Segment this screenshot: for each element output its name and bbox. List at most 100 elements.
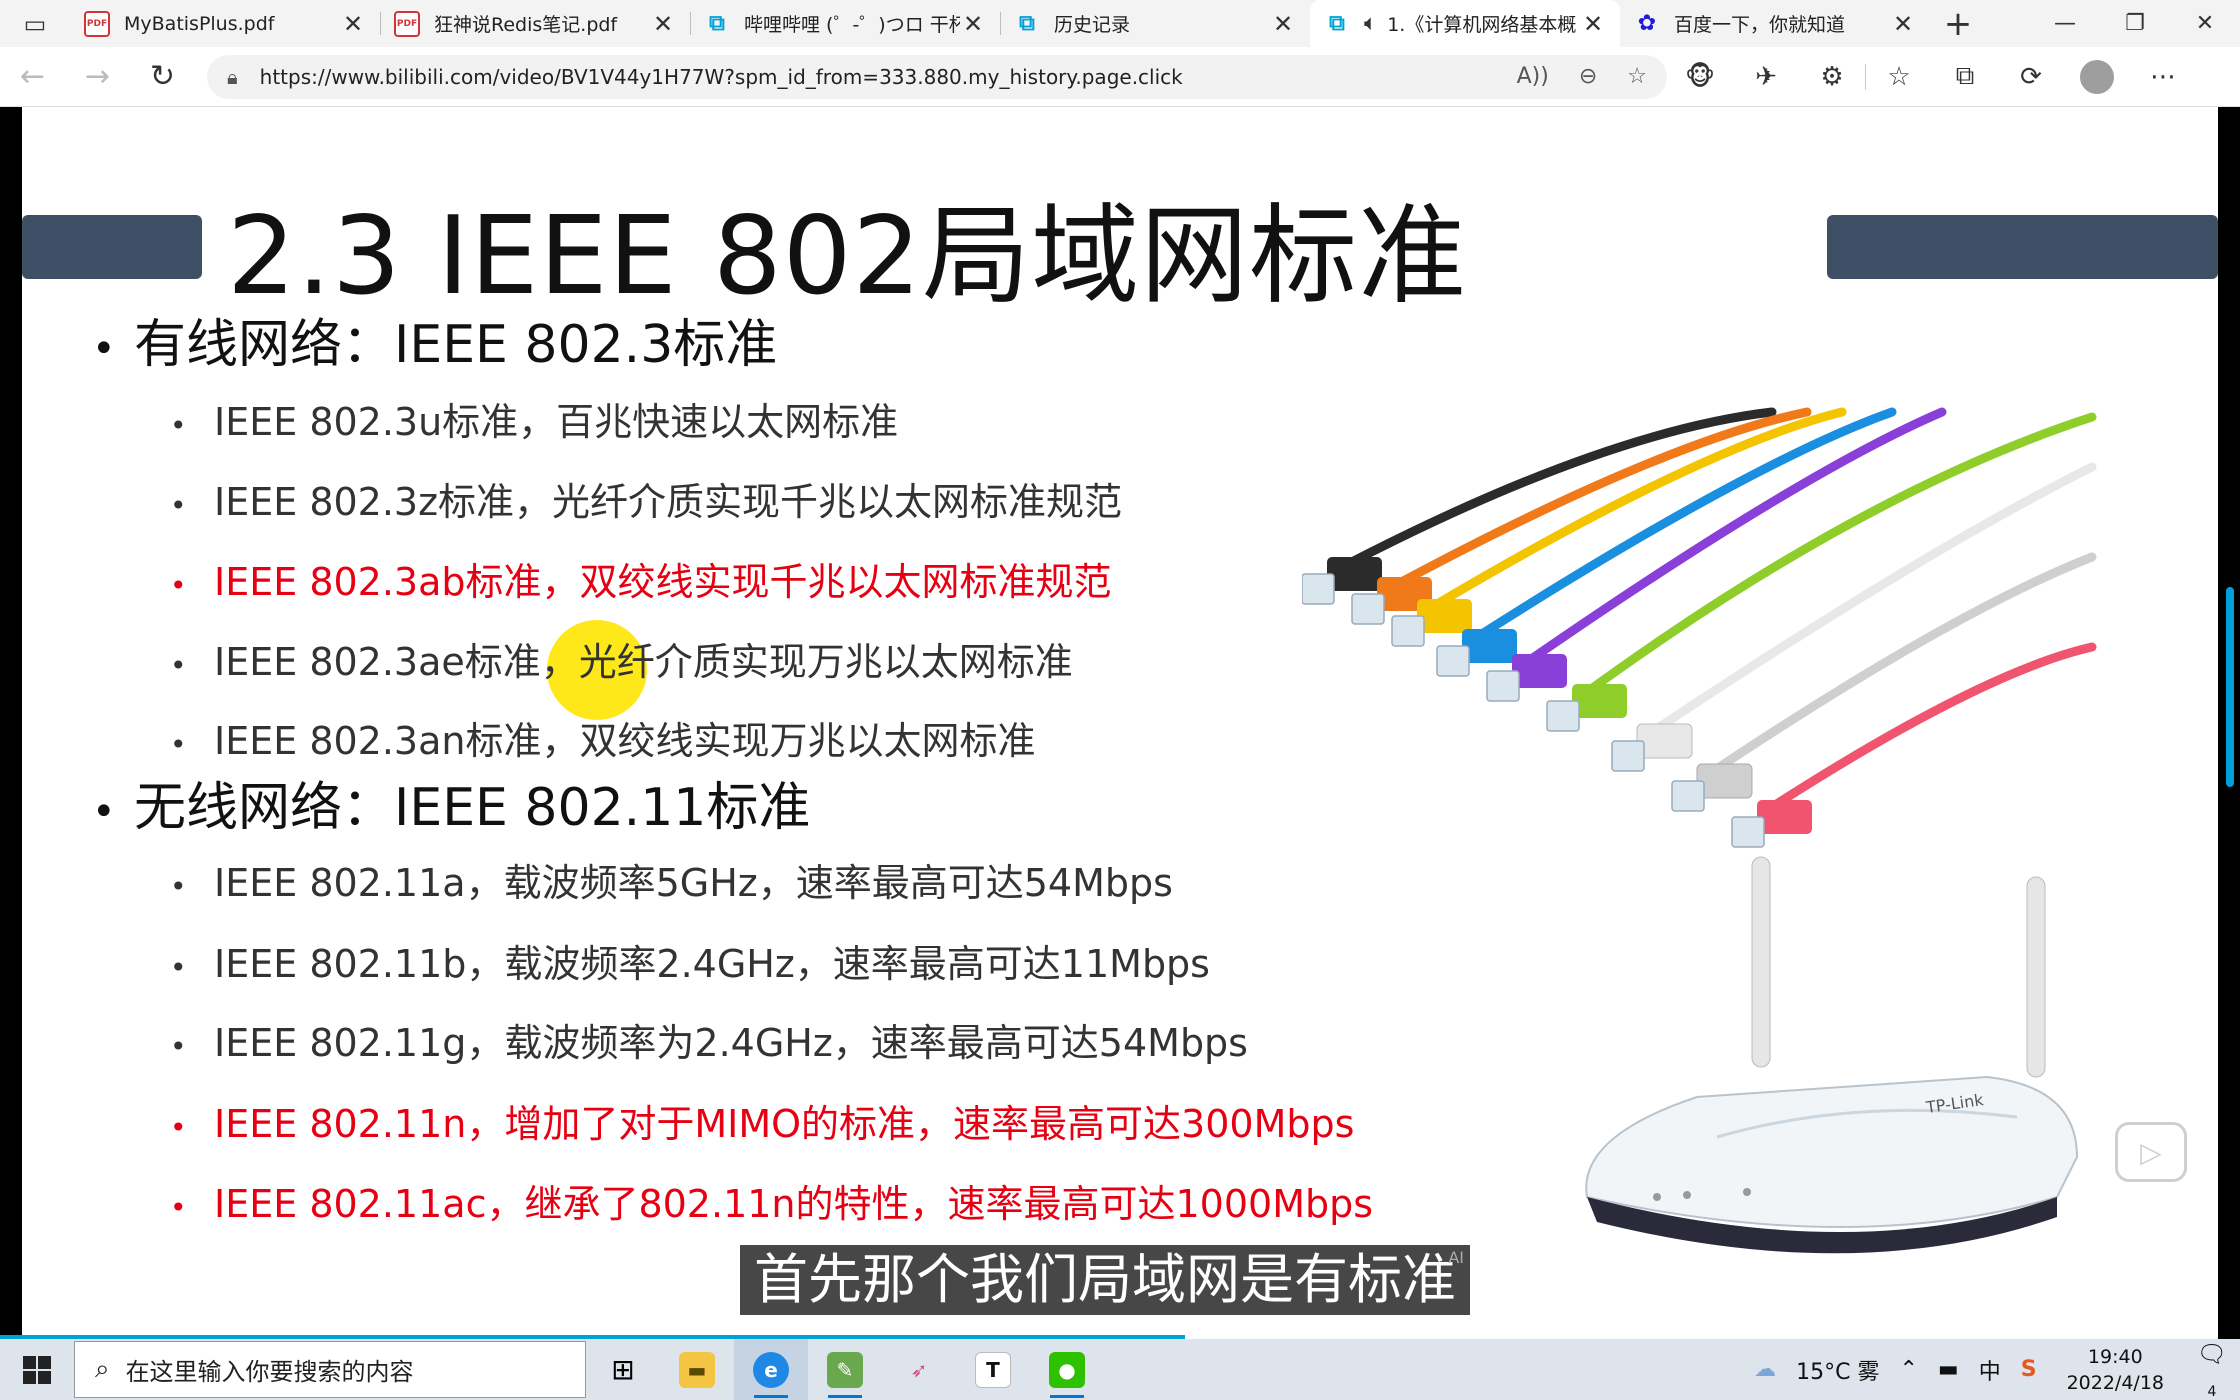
new-tab-button[interactable]: + xyxy=(1930,0,1986,47)
list-item: • IEEE 802.11a，载波频率5GHz，速率最高可达54Mbps xyxy=(170,861,1173,905)
list-item-text: IEEE 802.11ac，继承了802.11n的特性，速率最高可达1000Mb… xyxy=(214,1182,1374,1226)
collections-icon[interactable]: ⧉ xyxy=(1932,61,1998,92)
search-icon: ⌕ xyxy=(95,1354,110,1384)
close-window-icon[interactable]: ✕ xyxy=(2170,0,2240,47)
weather-text[interactable]: 15°C 雾 xyxy=(1786,1354,1889,1386)
address-bar[interactable]: 🔒︎ A)) ⊖ ☆ xyxy=(207,54,1667,99)
forward-icon[interactable]: → xyxy=(65,59,130,94)
video-subtitle: 首先那个我们局域网是有标准 AI xyxy=(740,1245,1470,1315)
list-item-text: IEEE 802.11a，载波频率5GHz，速率最高可达54Mbps xyxy=(214,861,1173,905)
browser-toolbar: ← → ↻ 🔒︎ A)) ⊖ ☆ 🐵︎ ✈︎ ⚙︎ ☆ ⧉ ⟳ ⋯ xyxy=(0,47,2240,107)
page-scrollbar-thumb[interactable] xyxy=(2226,587,2234,787)
taskbar-search-box[interactable]: ⌕ 在这里输入你要搜索的内容 xyxy=(74,1341,586,1398)
extensions-icon[interactable]: ⚙︎ xyxy=(1799,62,1865,92)
back-icon[interactable]: ← xyxy=(0,59,65,94)
list-item-text: IEEE 802.3an标准，双绞线实现万兆以太网标准 xyxy=(214,719,1036,763)
wireless-router-image: TP-Link xyxy=(1585,856,2079,1254)
windows-taskbar: ⌕ 在这里输入你要搜索的内容 ⊞ ▬ e ✎ ➶ T ● ☁ 15°C 雾 ⌃ … xyxy=(0,1339,2240,1400)
list-item: • IEEE 802.3an标准，双绞线实现万兆以太网标准 xyxy=(170,719,1036,763)
typora-app-icon[interactable]: T xyxy=(956,1339,1030,1400)
wechat-icon[interactable]: ● xyxy=(1030,1339,1104,1400)
play-icon[interactable]: ▷ xyxy=(2115,1122,2187,1182)
close-tab-icon[interactable]: ✕ xyxy=(340,10,366,38)
speaker-icon[interactable]: 🔈︎ xyxy=(1364,11,1377,36)
task-view-icon[interactable]: ⊞ xyxy=(586,1339,660,1400)
windows-start-icon[interactable] xyxy=(0,1339,74,1400)
list-item-text: IEEE 802.3z标准，光纤介质实现千兆以太网标准规范 xyxy=(214,480,1123,524)
list-item-text: IEEE 802.3ae标准，光纤介质实现万兆以太网标准 xyxy=(214,640,1073,684)
tab-mybatisplus[interactable]: PDF MyBatisPlus.pdf ✕ xyxy=(70,0,380,47)
list-item: • IEEE 802.11g，载波频率为2.4GHz，速率最高可达54Mbps xyxy=(170,1021,1248,1065)
minimize-icon[interactable]: — xyxy=(2030,0,2100,47)
tab-history[interactable]: ⧉ 历史记录 ✕ xyxy=(1000,0,1310,47)
clock[interactable]: 19:40 2022/4/18 xyxy=(2047,1344,2184,1396)
bilibili-icon: ⧉ xyxy=(1019,11,1035,36)
tab-title: 历史记录 xyxy=(1054,14,1131,36)
sync-icon[interactable]: ⟳ xyxy=(1998,62,2064,92)
favorites-icon[interactable]: ☆ xyxy=(1866,62,1932,92)
restore-icon[interactable]: ❐ xyxy=(2100,0,2170,47)
baidu-icon: ✿ xyxy=(1637,11,1657,36)
tab-baidu[interactable]: ✿ 百度一下，你就知道 ✕ xyxy=(1620,0,1930,47)
battery-icon[interactable]: ▬ xyxy=(1928,1357,1969,1382)
extension-bird-icon[interactable]: ✈︎ xyxy=(1733,62,1799,92)
list-item: • IEEE 802.3ae标准，光纤介质实现万兆以太网标准 xyxy=(170,640,1073,684)
list-item-highlighted: • IEEE 802.3ab标准，双绞线实现千兆以太网标准规范 xyxy=(170,560,1112,604)
input-method-indicator[interactable]: 中 xyxy=(1969,1354,2011,1386)
lock-icon[interactable]: 🔒︎ xyxy=(227,65,238,89)
system-tray: ☁ 15°C 雾 ⌃ ▬ 中 S 19:40 2022/4/18 🗨︎4 xyxy=(1744,1339,2240,1400)
window-controls: — ❐ ✕ xyxy=(2030,0,2240,47)
clock-time: 19:40 xyxy=(2087,1345,2143,1368)
list-item-text: IEEE 802.11b，载波频率2.4GHz，速率最高可达11Mbps xyxy=(214,942,1210,986)
read-aloud-icon[interactable]: A)) xyxy=(1517,64,1549,89)
notification-count: 4 xyxy=(2207,1383,2217,1400)
list-item-text: IEEE 802.3u标准，百兆快速以太网标准 xyxy=(214,400,899,444)
list-item: • IEEE 802.3z标准，光纤介质实现千兆以太网标准规范 xyxy=(170,480,1123,524)
close-tab-icon[interactable]: ✕ xyxy=(960,10,986,38)
tab-redis-notes[interactable]: PDF 狂神说Redis笔记.pdf ✕ xyxy=(380,0,690,47)
pdf-icon: PDF xyxy=(84,10,110,37)
browser-tab-strip: ▭ PDF MyBatisPlus.pdf ✕ PDF 狂神说Redis笔记.p… xyxy=(0,0,2240,47)
subtitle-text: 首先那个我们局域网是有标准 xyxy=(754,1248,1456,1311)
profile-avatar[interactable] xyxy=(2080,59,2114,94)
close-tab-icon[interactable]: ✕ xyxy=(1890,10,1916,38)
close-tab-icon[interactable]: ✕ xyxy=(1270,10,1296,38)
extension-monkey-icon[interactable]: 🐵︎ xyxy=(1667,62,1733,92)
bilibili-icon: ⧉ xyxy=(1329,11,1345,36)
ai-subtitle-tag: AI xyxy=(1448,1248,1464,1267)
tab-actions-icon[interactable]: ▭ xyxy=(0,0,70,47)
section-heading-wireless: • 无线网络：IEEE 802.11标准 xyxy=(92,778,811,838)
favorite-add-icon[interactable]: ☆ xyxy=(1627,64,1647,89)
section-heading-text: 无线网络：IEEE 802.11标准 xyxy=(134,778,811,838)
more-menu-icon[interactable]: ⋯ xyxy=(2130,62,2196,92)
tab-bilibili-home[interactable]: ⧉ 哔哩哔哩 (゜-゜)つロ 干杯 ✕ xyxy=(690,0,1000,47)
refresh-icon[interactable]: ↻ xyxy=(130,59,195,94)
tab-title: 狂神说Redis笔记.pdf xyxy=(434,14,618,36)
list-item: • IEEE 802.11b，载波频率2.4GHz，速率最高可达11Mbps xyxy=(170,942,1210,986)
pdf-icon: PDF xyxy=(394,10,420,37)
notification-center-icon[interactable]: 🗨︎4 xyxy=(2184,1340,2240,1400)
edge-browser-icon[interactable]: e xyxy=(734,1339,808,1400)
show-hidden-icons-icon[interactable]: ⌃ xyxy=(1889,1357,1927,1382)
tab-current-video[interactable]: ⧉ 🔈︎ 1.《计算机网络基本概 ✕ xyxy=(1310,0,1620,47)
tab-title: 1.《计算机网络基本概 xyxy=(1387,14,1577,36)
title-accent-left xyxy=(22,215,202,279)
tab-title: 百度一下，你就知道 xyxy=(1674,14,1846,36)
list-item-highlighted: • IEEE 802.11ac，继承了802.11n的特性，速率最高可达1000M… xyxy=(170,1182,1374,1226)
sogou-ime-icon[interactable]: S xyxy=(2011,1357,2047,1382)
notepad-app-icon[interactable]: ✎ xyxy=(808,1339,882,1400)
close-tab-icon[interactable]: ✕ xyxy=(1580,10,1606,38)
list-item-highlighted: • IEEE 802.11n，增加了对于MIMO的标准，速率最高可达300Mbps xyxy=(170,1102,1355,1146)
file-explorer-icon[interactable]: ▬ xyxy=(660,1339,734,1400)
bilibili-icon: ⧉ xyxy=(709,11,725,36)
close-tab-icon[interactable]: ✕ xyxy=(650,10,676,38)
section-heading-text: 有线网络：IEEE 802.3标准 xyxy=(134,315,778,375)
weather-icon[interactable]: ☁ xyxy=(1744,1357,1786,1382)
feather-app-icon[interactable]: ➶ xyxy=(882,1339,956,1400)
slide-frame: 2.3 IEEE 802局域网标准 • 有线网络：IEEE 802.3标准 • IE… xyxy=(22,107,2218,1339)
url-input[interactable] xyxy=(259,64,1487,89)
tab-title: 哔哩哔哩 (゜-゜)つロ 干杯 xyxy=(744,14,960,36)
video-player[interactable]: 2.3 IEEE 802局域网标准 • 有线网络：IEEE 802.3标准 • IE… xyxy=(0,107,2240,1339)
zoom-out-icon[interactable]: ⊖ xyxy=(1579,64,1597,89)
clock-date: 2022/4/18 xyxy=(2066,1371,2164,1394)
